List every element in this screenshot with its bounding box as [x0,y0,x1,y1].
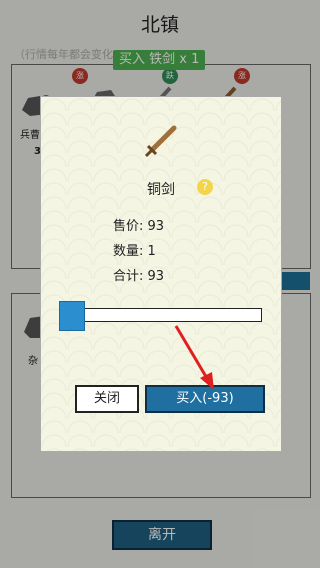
slider-thumb[interactable] [59,301,85,331]
quantity-slider[interactable] [60,308,262,322]
help-icon[interactable]: ? [197,179,213,195]
total-value: 93 [147,269,165,284]
price-value: 93 [147,219,165,234]
price-row: 售价: 93 [113,215,164,234]
price-label: 售价: [113,219,144,234]
pointer-arrow-icon [170,322,220,396]
quantity-value: 1 [147,244,156,259]
quantity-row: 数量: 1 [113,240,156,259]
total-label: 合计: [113,269,144,284]
total-row: 合计: 93 [113,265,164,284]
quantity-label: 数量: [113,244,144,259]
close-button[interactable]: 关闭 [75,385,139,413]
purchase-dialog: 铜剑 ? 售价: 93 数量: 1 合计: 93 关闭 买入(-93) [40,96,282,452]
item-name: 铜剑 [147,182,175,198]
sword-icon [142,122,180,164]
